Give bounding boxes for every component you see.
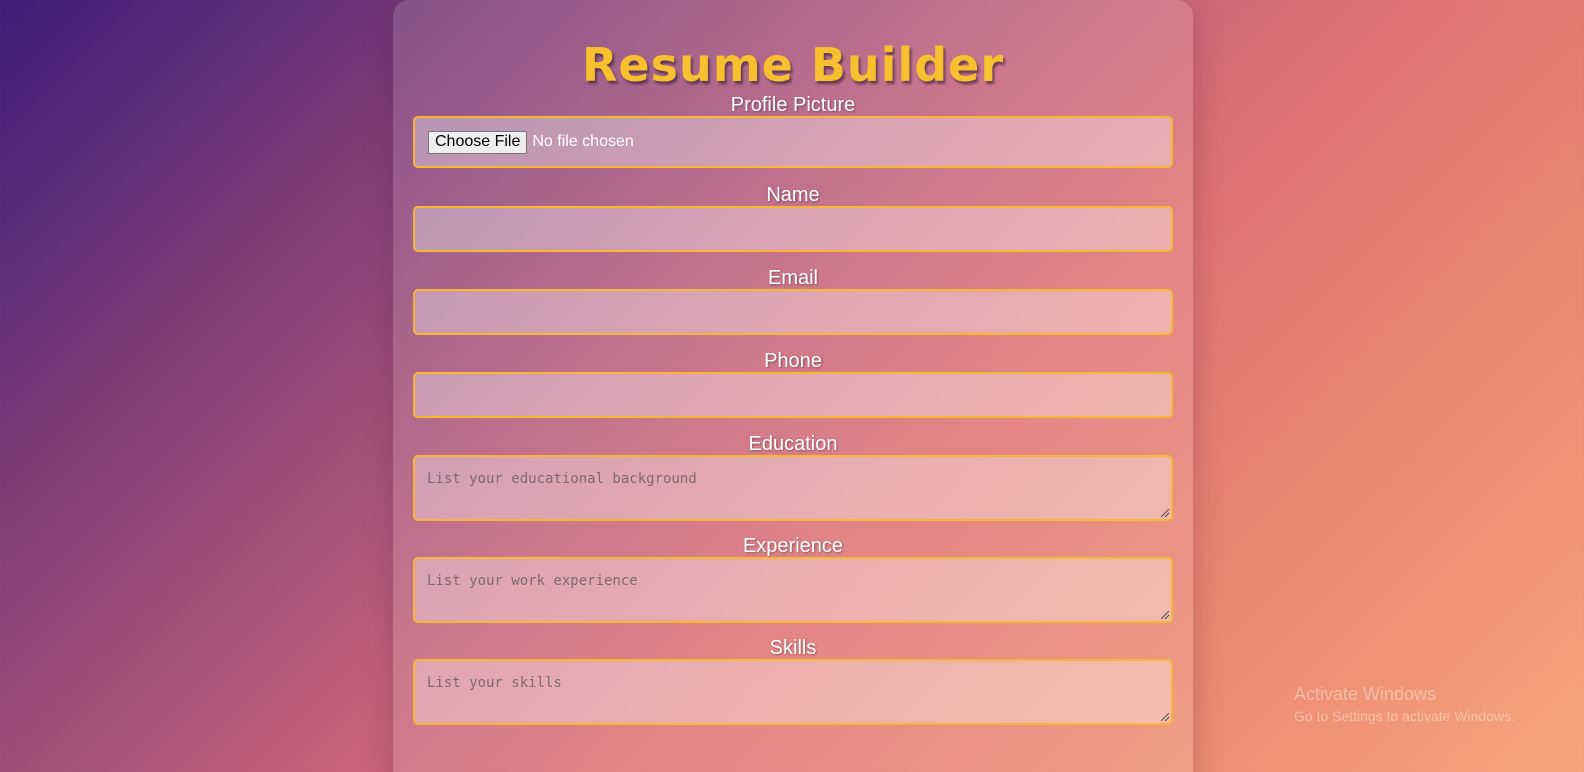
resize-grip-icon[interactable] [1161, 611, 1169, 619]
skills-placeholder: List your skills [427, 675, 562, 691]
profile-picture-group: Profile Picture Choose File No file chos… [413, 94, 1173, 168]
education-placeholder: List your educational background [427, 471, 697, 487]
profile-picture-label: Profile Picture [730, 94, 856, 116]
experience-group: Experience List your work experience [413, 535, 1173, 623]
choose-file-button[interactable]: Choose File [428, 130, 528, 154]
page-title: Resume Builder [581, 38, 1005, 92]
education-textarea[interactable]: List your educational background [413, 455, 1173, 521]
profile-picture-file-input[interactable]: Choose File No file chosen [413, 116, 1173, 168]
name-label: Name [766, 184, 820, 206]
phone-input[interactable] [413, 372, 1173, 418]
phone-label: Phone [764, 350, 822, 372]
experience-placeholder: List your work experience [427, 573, 638, 589]
resume-form-card: Resume Builder Profile Picture Choose Fi… [393, 0, 1193, 772]
email-input[interactable] [413, 289, 1173, 335]
email-label: Email [767, 267, 818, 289]
watermark-subtitle: Go to Settings to activate Windows. [1294, 708, 1515, 724]
resize-grip-icon[interactable] [1161, 713, 1169, 721]
activate-windows-watermark: Activate Windows Go to Settings to activ… [1294, 683, 1515, 725]
skills-group: Skills List your skills [413, 637, 1173, 725]
phone-group: Phone [413, 350, 1173, 418]
experience-textarea[interactable]: List your work experience [413, 557, 1173, 623]
skills-label: Skills [769, 637, 817, 659]
file-status-text: No file chosen [532, 133, 634, 150]
name-input[interactable] [413, 206, 1173, 252]
education-label: Education [748, 433, 838, 455]
name-group: Name [413, 184, 1173, 252]
skills-textarea[interactable]: List your skills [413, 659, 1173, 725]
email-group: Email [413, 267, 1173, 335]
resize-grip-icon[interactable] [1161, 509, 1169, 517]
education-group: Education List your educational backgrou… [413, 433, 1173, 521]
experience-label: Experience [742, 535, 844, 557]
watermark-title: Activate Windows [1294, 684, 1437, 704]
